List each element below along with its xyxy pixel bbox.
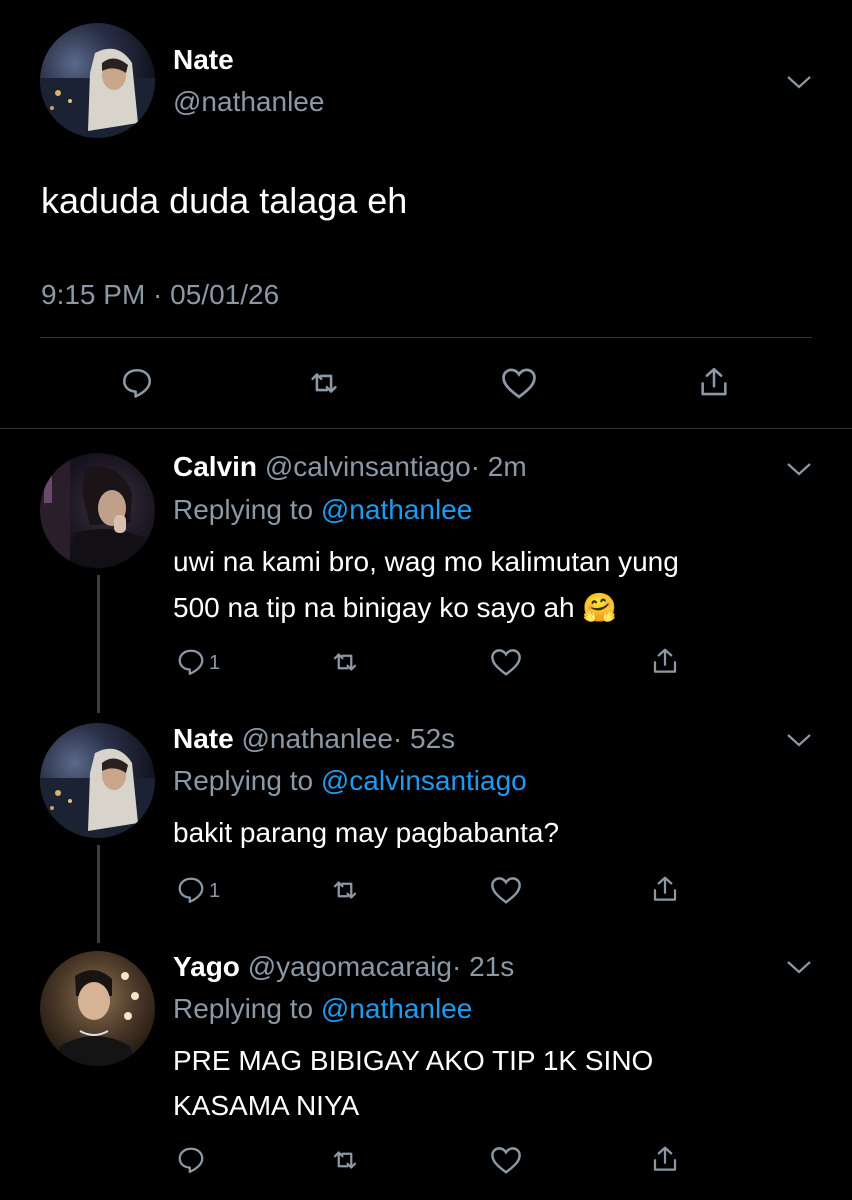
like-icon[interactable] — [500, 366, 538, 400]
reply-icon[interactable] — [176, 1145, 206, 1175]
avatar[interactable] — [40, 23, 155, 138]
retweet-icon[interactable] — [329, 875, 361, 905]
avatar[interactable] — [40, 951, 155, 1066]
divider — [0, 428, 852, 429]
reply-time: · 21s — [452, 951, 515, 982]
author-name[interactable]: Yago — [173, 951, 240, 982]
reply-count: 1 — [209, 652, 221, 674]
avatar-photo — [40, 48, 155, 138]
replying-to: Replying to @nathanlee — [173, 993, 473, 1024]
replying-to: Replying to @calvinsantiago — [173, 765, 527, 796]
reply-count: 1 — [209, 880, 221, 902]
reply-icon[interactable] — [176, 875, 206, 905]
like-icon[interactable] — [489, 647, 523, 677]
avatar-photo — [55, 970, 139, 1066]
author-handle[interactable]: @nathanlee — [173, 86, 324, 118]
reply-text: KASAMA NIYA — [173, 1090, 360, 1121]
like-icon[interactable] — [489, 875, 523, 905]
like-icon[interactable] — [489, 1145, 523, 1175]
avatar[interactable] — [40, 723, 155, 838]
author-name[interactable]: Calvin — [173, 451, 257, 482]
thread-line — [97, 575, 100, 713]
reply-header: Yago @yagomacaraig· 21s — [173, 951, 514, 983]
reply-time: · 52s — [392, 723, 456, 754]
author-handle[interactable]: @nathanlee — [241, 723, 392, 754]
tweet-timestamp: 9:15 PM · 05/01/26 — [41, 279, 280, 310]
author-name[interactable]: Nate — [173, 723, 234, 754]
avatar-photo — [40, 748, 155, 838]
reply-time: · 2m — [470, 451, 527, 482]
divider — [40, 337, 812, 338]
author-handle[interactable]: @calvinsantiago — [265, 451, 471, 482]
reply-header: Nate @nathanlee· 52s — [173, 723, 455, 755]
tweet-text: kaduda duda talaga eh — [41, 180, 408, 221]
reply-text: uwi na kami bro, wag mo kalimutan yung — [173, 546, 679, 577]
share-icon[interactable] — [650, 1143, 680, 1175]
avatar-photo — [40, 453, 155, 568]
share-icon[interactable] — [650, 645, 680, 677]
reply-text: PRE MAG BIBIGAY AKO TIP 1K SINO — [173, 1045, 654, 1076]
chevron-down-icon[interactable] — [786, 73, 812, 91]
reply-icon[interactable] — [120, 366, 154, 400]
mention-link[interactable]: @nathanlee — [321, 494, 472, 525]
share-icon[interactable] — [697, 364, 731, 400]
retweet-icon[interactable] — [329, 1145, 361, 1175]
author-name[interactable]: Nate — [173, 44, 234, 76]
reply-icon[interactable] — [176, 647, 206, 677]
chevron-down-icon[interactable] — [786, 731, 812, 749]
reply-header: Calvin @calvinsantiago· 2m — [173, 451, 527, 483]
replying-to: Replying to @nathanlee — [173, 494, 473, 525]
retweet-icon[interactable] — [306, 366, 342, 400]
reply-text: bakit parang may pagbabanta? — [173, 817, 560, 848]
avatar[interactable] — [40, 453, 155, 568]
retweet-icon[interactable] — [329, 647, 361, 677]
mention-link[interactable]: @nathanlee — [321, 993, 472, 1024]
mention-link[interactable]: @calvinsantiago — [321, 765, 527, 796]
thread-line — [97, 845, 100, 943]
chevron-down-icon[interactable] — [786, 460, 812, 478]
reply-text: 500 na tip na binigay ko sayo ah 🤗 — [173, 592, 618, 623]
author-handle[interactable]: @yagomacaraig — [248, 951, 452, 982]
share-icon[interactable] — [650, 873, 680, 905]
chevron-down-icon[interactable] — [786, 958, 812, 976]
